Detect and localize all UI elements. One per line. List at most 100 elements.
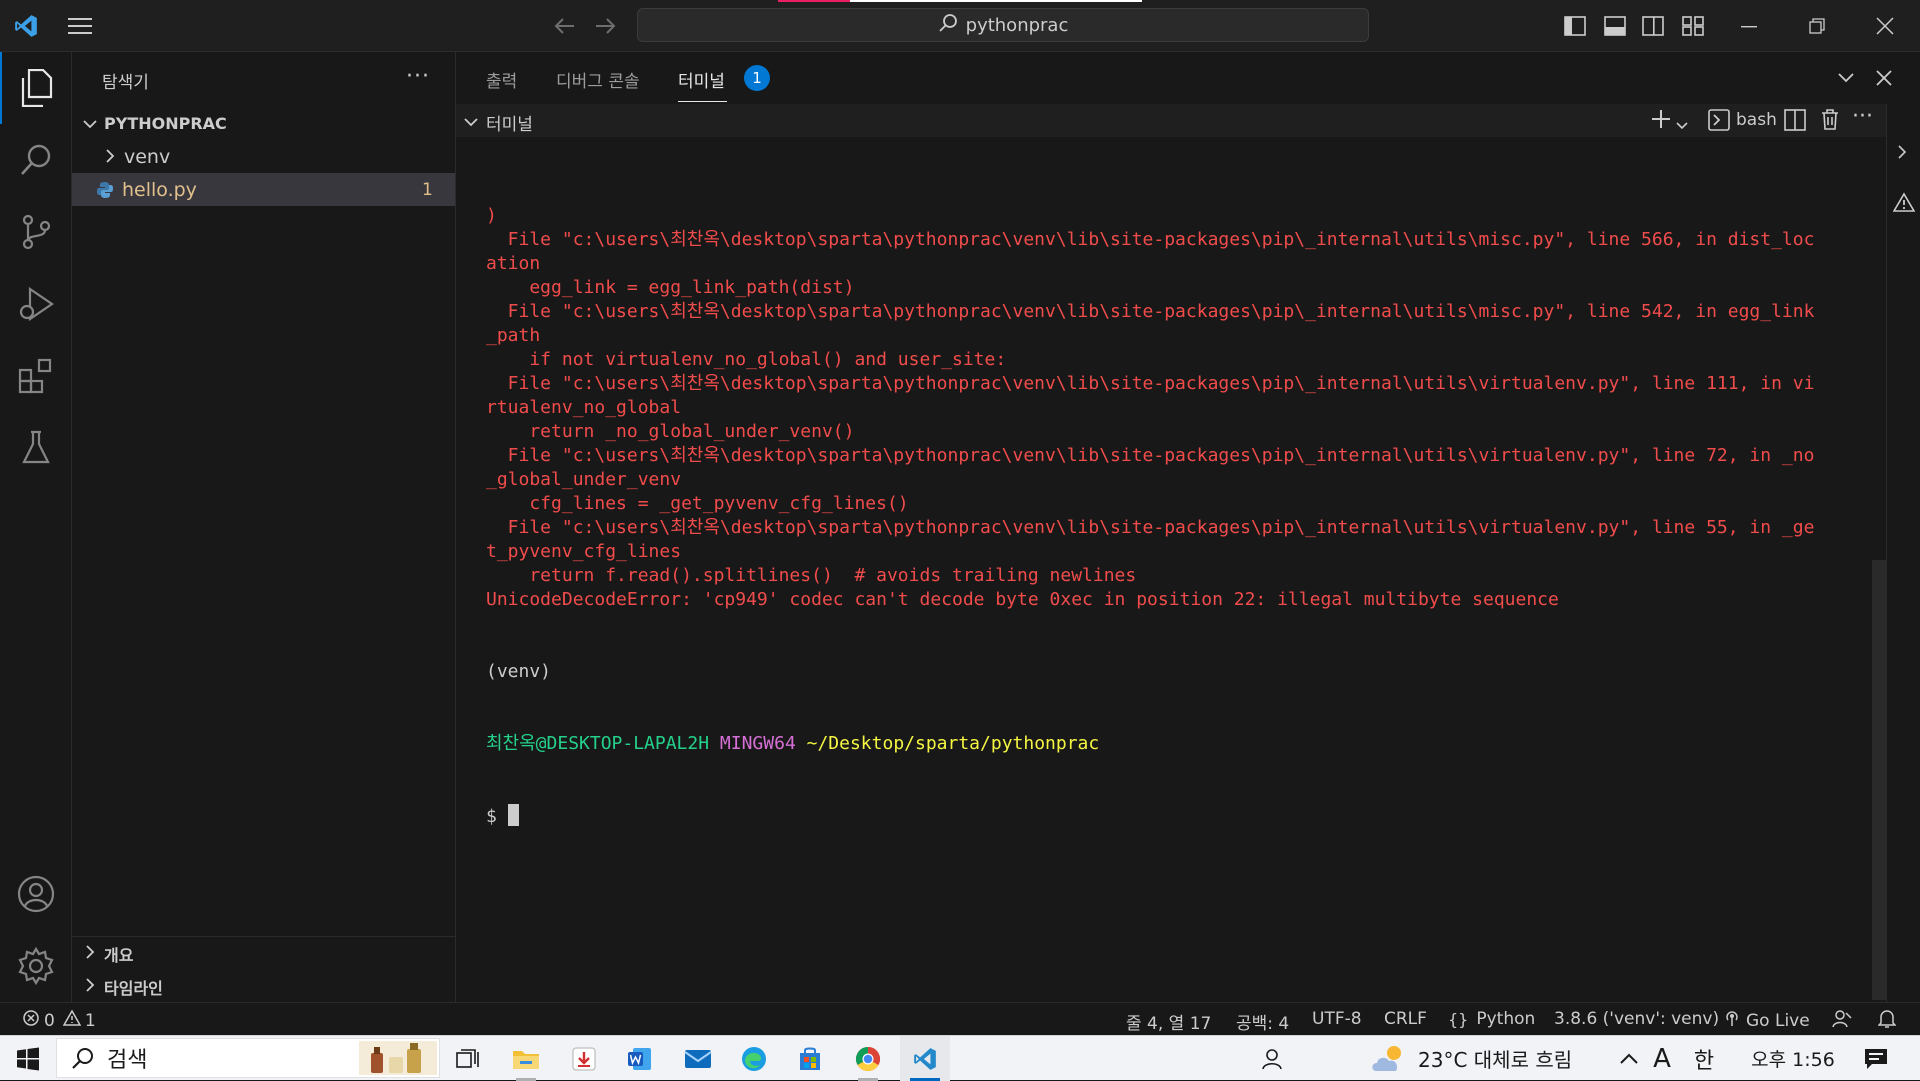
terminal-shell-name[interactable]: bash: [1736, 110, 1777, 130]
action-center-icon[interactable]: [1856, 1036, 1896, 1081]
explorer-icon[interactable]: [0, 52, 72, 124]
chrome-icon[interactable]: [846, 1036, 890, 1081]
run-debug-icon[interactable]: [0, 268, 72, 340]
notifications-bell-icon[interactable]: [1877, 1009, 1897, 1034]
new-terminal-icon[interactable]: [1650, 108, 1672, 134]
close-panel-icon[interactable]: [1872, 66, 1896, 90]
tree-item-label: hello.py: [122, 178, 197, 201]
terminal-line: _path: [486, 325, 541, 346]
encoding[interactable]: UTF-8: [1312, 1009, 1362, 1029]
windows-start-icon[interactable]: [8, 1036, 48, 1081]
file-explorer-icon[interactable]: [504, 1036, 548, 1081]
warning-triangle-icon: [62, 1009, 82, 1031]
task-view-icon[interactable]: [450, 1036, 486, 1081]
tree-item-hello-py[interactable]: hello.py 1: [72, 173, 455, 206]
end-of-line[interactable]: CRLF: [1384, 1009, 1427, 1029]
testing-flask-icon[interactable]: [0, 412, 72, 484]
menu-icon[interactable]: [66, 14, 94, 38]
input-mode-indicator[interactable]: A: [1648, 1036, 1676, 1081]
mail-icon[interactable]: [676, 1036, 720, 1081]
trash-icon[interactable]: [1820, 108, 1840, 134]
source-control-icon[interactable]: [0, 196, 72, 268]
chevron-down-icon[interactable]: [1834, 68, 1858, 88]
accounts-status-icon[interactable]: [1832, 1009, 1852, 1034]
language-mode[interactable]: {} Python: [1448, 1009, 1535, 1029]
settings-gear-icon[interactable]: [0, 930, 72, 1002]
search-placeholder: 검색: [107, 1048, 148, 1073]
panel: 출력 디버그 콘솔 터미널 1 터미널 bash ···) File "c:\…: [456, 52, 1920, 1054]
downloads-app-icon[interactable]: [562, 1036, 606, 1081]
terminal-output[interactable]: ) File "c:\users\최찬옥\desktop\sparta\pyth…: [486, 156, 1866, 876]
chevron-down-icon[interactable]: [464, 112, 478, 131]
word-icon[interactable]: [618, 1036, 662, 1081]
tab-output[interactable]: 출력: [486, 67, 517, 92]
minimize-icon[interactable]: [1736, 14, 1762, 38]
command-center-search[interactable]: pythonprac: [637, 8, 1369, 42]
chevron-right-icon[interactable]: [1897, 144, 1907, 163]
chevron-right-icon: [100, 146, 120, 168]
toggle-panel-icon[interactable]: [1602, 14, 1628, 38]
indentation[interactable]: 공백: 4: [1236, 1009, 1289, 1034]
people-icon[interactable]: [1254, 1036, 1290, 1081]
project-section-header[interactable]: PYTHONPRAC: [72, 107, 456, 140]
accounts-icon[interactable]: [0, 858, 72, 930]
vscode-logo-icon: [12, 12, 40, 40]
activity-bar: [0, 52, 72, 1002]
timeline-label: 타임라인: [104, 978, 163, 998]
toggle-secondary-sidebar-icon[interactable]: [1640, 14, 1666, 38]
restore-icon[interactable]: [1804, 14, 1830, 38]
explorer-sidebar: 탐색기 ··· PYTHONPRAC venv hello.py 1 개요 타임…: [72, 52, 456, 1002]
toggle-sidebar-icon[interactable]: [1562, 14, 1588, 38]
right-gutter: [1886, 104, 1920, 1054]
clock[interactable]: 오후 1:56: [1738, 1036, 1848, 1081]
forward-arrow-icon[interactable]: [592, 14, 618, 38]
taskbar-search-box[interactable]: 검색: [56, 1038, 440, 1078]
ime-language-indicator[interactable]: 한: [1688, 1036, 1720, 1081]
tree-item-venv[interactable]: venv: [72, 140, 455, 173]
split-terminal-icon[interactable]: [1784, 109, 1806, 135]
extensions-icon[interactable]: [0, 340, 72, 412]
cursor-position[interactable]: 줄 4, 열 17: [1126, 1009, 1211, 1034]
python-file-icon: [96, 181, 114, 199]
terminal-input-line[interactable]: $: [486, 804, 1866, 828]
warning-icon[interactable]: [1892, 192, 1916, 216]
search-view-icon[interactable]: [0, 124, 72, 196]
chevron-right-icon: [80, 977, 100, 996]
customize-layout-icon[interactable]: [1680, 14, 1706, 38]
command-center-text: pythonprac: [965, 14, 1069, 36]
go-live-label: Go Live: [1746, 1010, 1810, 1031]
prompt-path: ~/Desktop/sparta/pythonprac: [806, 733, 1100, 754]
chevron-up-icon[interactable]: [1614, 1036, 1644, 1081]
tab-terminal[interactable]: 터미널: [678, 67, 727, 102]
weather-widget[interactable]: 23°C 대체로 흐림: [1370, 1036, 1590, 1081]
terminal-shell-icon: [1708, 109, 1730, 135]
terminal-line: egg_link = egg_link_path(dist): [486, 277, 855, 298]
vscode-taskbar-icon[interactable]: [900, 1036, 950, 1081]
chevron-right-icon: [80, 944, 100, 963]
tab-debug-console[interactable]: 디버그 콘솔: [556, 67, 640, 92]
terminal-line: UnicodeDecodeError: 'cp949' codec can't …: [486, 589, 1559, 610]
terminal-line: rtualenv_no_global: [486, 397, 682, 418]
terminal-prompt: 최찬옥@DESKTOP-LAPAL2H MINGW64 ~/Desktop/sp…: [486, 732, 1866, 756]
braces-icon: {}: [1448, 1009, 1469, 1029]
problems-status[interactable]: 0 1: [22, 1009, 96, 1032]
python-interpreter[interactable]: 3.8.6 ('venv': venv): [1554, 1009, 1719, 1029]
terminal-section-title: 터미널: [486, 115, 533, 135]
chevron-down-icon: [80, 114, 100, 133]
edge-browser-icon[interactable]: [732, 1036, 776, 1081]
more-actions-icon[interactable]: ···: [1852, 104, 1873, 129]
terminal-scrollbar[interactable]: [1872, 560, 1886, 1000]
terminal-line: return _no_global_under_venv(): [486, 421, 855, 442]
explorer-title: 탐색기: [102, 73, 149, 93]
terminal-line: ): [486, 205, 497, 226]
explorer-more-actions[interactable]: ···: [406, 64, 430, 89]
outline-section-header[interactable]: 개요: [72, 937, 456, 970]
back-arrow-icon[interactable]: [552, 14, 578, 38]
terminal-line: return f.read().splitlines() # avoids tr…: [486, 565, 1137, 586]
close-window-icon[interactable]: [1872, 14, 1898, 38]
store-icon[interactable]: [788, 1036, 832, 1081]
go-live-button[interactable]: Go Live: [1724, 1009, 1810, 1032]
chevron-down-icon[interactable]: [1676, 115, 1688, 134]
timeline-section-header[interactable]: 타임라인: [72, 970, 456, 1003]
error-circle-icon: [22, 1009, 40, 1032]
